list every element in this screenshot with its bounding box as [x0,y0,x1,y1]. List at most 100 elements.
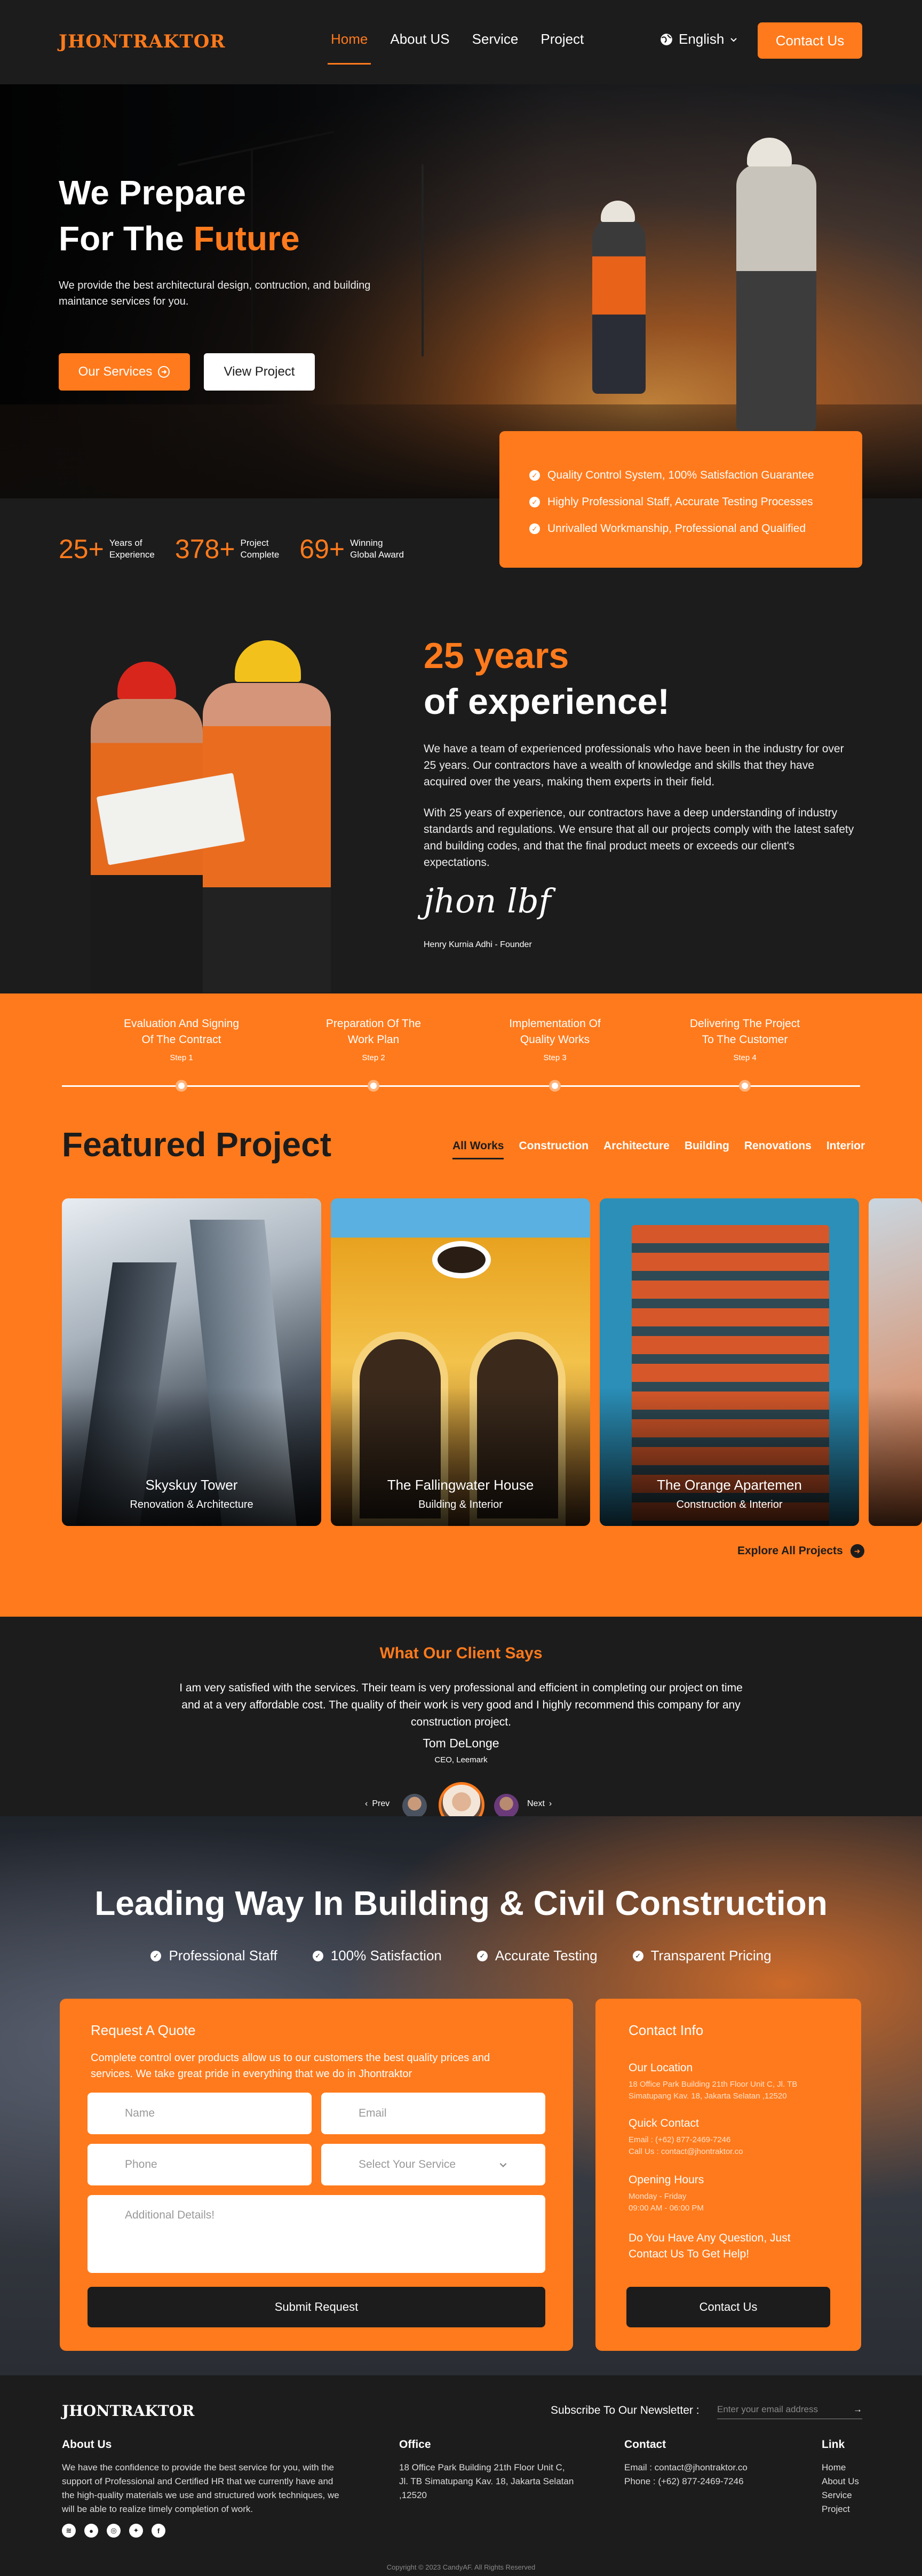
step-4: Delivering The Project To The Customer St… [689,1017,800,1062]
worker-figure-2 [736,164,816,431]
hero-description: We provide the best architectural design… [59,280,371,307]
filter-interior[interactable]: Interior [826,1140,865,1159]
crane-graphic-2 [422,164,424,356]
check-icon: ✓ [312,1950,323,1961]
arrow-right-icon[interactable]: → [853,2404,862,2415]
project-card[interactable]: The Orange Apartemen Construction & Inter… [600,1198,859,1526]
footer-logo[interactable]: JHONTRAKTOR [62,2402,194,2420]
twitter-icon[interactable]: ✦ [129,2524,143,2538]
experience-paragraph-2: With 25 years of experience, our contrac… [424,807,854,869]
project-card[interactable]: The Fallingwater House Building & Interio… [331,1198,590,1526]
filter-all-works[interactable]: All Works [452,1140,504,1159]
location-heading: Our Location [629,2062,693,2074]
stats-row: 25+ Years of Experience 378+ Project Compl… [59,534,404,565]
nav-service[interactable]: Service [472,31,519,47]
step-1: Evaluation And Signing Of The Contract St… [124,1017,239,1062]
prev-button[interactable]: ‹ Prev [365,1799,390,1809]
spotify-icon[interactable]: ≋ [62,2524,76,2538]
testimonial-quote: I am very satisfied with the services. T… [179,1682,743,1728]
instagram-icon[interactable]: ◎ [107,2524,121,2538]
name-field[interactable]: Name [88,2093,312,2134]
service-select[interactable]: Select Your Service [321,2144,545,2185]
worker-helmet-1 [601,201,635,222]
footer-about-text: We have the confidence to provide the be… [62,2462,339,2514]
copyright: Copyright © 2023 CandyAF. All Rights Res… [386,2563,536,2571]
language-selector[interactable]: English [659,31,738,47]
newsletter-input[interactable]: Enter your email address → [717,2400,862,2419]
worker-helmet-2 [747,138,792,166]
facebook-icon[interactable]: f [152,2524,165,2538]
step-dot [368,1080,379,1092]
feature-item: ✓ Professional Staff [150,1947,277,1964]
founder-name: Henry Kurnia Adhi - Founder [424,940,532,949]
details-textarea[interactable]: Additional Details! [88,2195,545,2273]
social-links: ≋ ● ◎ ✦ f [62,2524,165,2538]
step-dot [549,1080,561,1092]
quality-item: ✓ Quality Control System, 100% Satisfacti… [529,462,832,489]
footer-link-service[interactable]: Service [822,2488,852,2502]
project-name: Skyskuy Tower [145,1477,238,1493]
check-icon: ✓ [150,1950,162,1961]
arrow-circle-icon [158,366,170,378]
check-icon: ✓ [529,497,540,507]
footer-contact-heading: Contact [624,2438,666,2451]
our-services-button[interactable]: Our Services [59,353,190,391]
nav-project[interactable]: Project [541,31,584,47]
next-button[interactable]: Next › [527,1799,552,1809]
avatar-previous[interactable] [402,1794,427,1818]
nav-about[interactable]: About US [390,31,449,47]
check-icon: ✓ [529,523,540,534]
question-text: Do You Have Any Question, Just Contact U… [629,2232,791,2260]
feature-list: ✓ Professional Staff ✓ 100% Satisfaction ✓… [0,1947,922,1964]
submit-request-button[interactable]: Submit Request [88,2287,545,2327]
engineers-image [80,640,347,992]
project-filters: All Works Construction Architecture Buil… [452,1140,865,1159]
language-label: English [679,31,725,47]
footer-link-project[interactable]: Project [822,2502,850,2516]
quick-contact-heading: Quick Contact [629,2117,699,2129]
phone-field[interactable]: Phone [88,2144,312,2185]
project-card-partial[interactable] [869,1198,922,1526]
experience-title: 25 years of experience! [424,635,670,722]
nav-home[interactable]: Home [327,31,371,65]
explore-all-projects-link[interactable]: Explore All Projects ➜ [737,1544,864,1558]
oval-window [432,1241,491,1278]
filter-architecture[interactable]: Architecture [603,1140,670,1159]
step-3: Implementation Of Quality Works Step 3 [509,1017,601,1062]
testimonial-name: Tom DeLonge [423,1736,499,1750]
feature-item: ✓ Transparent Pricing [632,1947,772,1964]
contact-us-box-button[interactable]: Contact Us [626,2287,830,2327]
filter-building[interactable]: Building [685,1140,729,1159]
engineer-1-helmet [117,662,176,699]
check-icon: ✓ [529,470,540,481]
footer-link-home[interactable]: Home [822,2461,846,2475]
crane-arm [177,130,335,166]
footer-contact-phone: Phone : (+62) 877-2469-7246 [624,2476,744,2486]
step-dot [739,1080,751,1092]
view-project-button[interactable]: View Project [204,353,315,391]
stat-awards: 69+ Winning Global Award [299,534,404,564]
project-name: The Fallingwater House [387,1477,534,1493]
project-category: Construction & Interior [676,1499,783,1510]
stat-projects: 378+ Project Complete [174,534,280,564]
project-card[interactable]: Skyskuy Tower Renovation & Architecture [62,1198,321,1526]
stat-years: 25+ Years of Experience [59,534,155,564]
avatar-next[interactable] [494,1794,519,1818]
medium-icon[interactable]: ● [84,2524,98,2538]
site-logo[interactable]: JHONTRAKTOR [59,31,226,52]
footer-contact-email: Email : contact@jhontraktor.co [624,2462,748,2472]
contact-us-button[interactable]: Contact Us [758,22,862,59]
filter-construction[interactable]: Construction [519,1140,589,1159]
opening-days: Monday - Friday [629,2192,687,2201]
globe-icon [661,33,672,45]
email-field[interactable]: Email [321,2093,545,2134]
main-nav: Home About US Service Project [327,31,584,65]
filter-renovations[interactable]: Renovations [744,1140,812,1159]
footer-link-about[interactable]: About Us [822,2475,859,2488]
quote-title: Request A Quote [91,2022,196,2038]
newsletter-label: Subscribe To Our Newsletter : [551,2404,700,2416]
hero-title: We Prepare For The Future [59,173,300,258]
arrow-right-icon: ➜ [850,1544,864,1558]
featured-project-title: Featured Project [62,1125,332,1164]
founder-signature: jhon lbf [424,881,551,920]
